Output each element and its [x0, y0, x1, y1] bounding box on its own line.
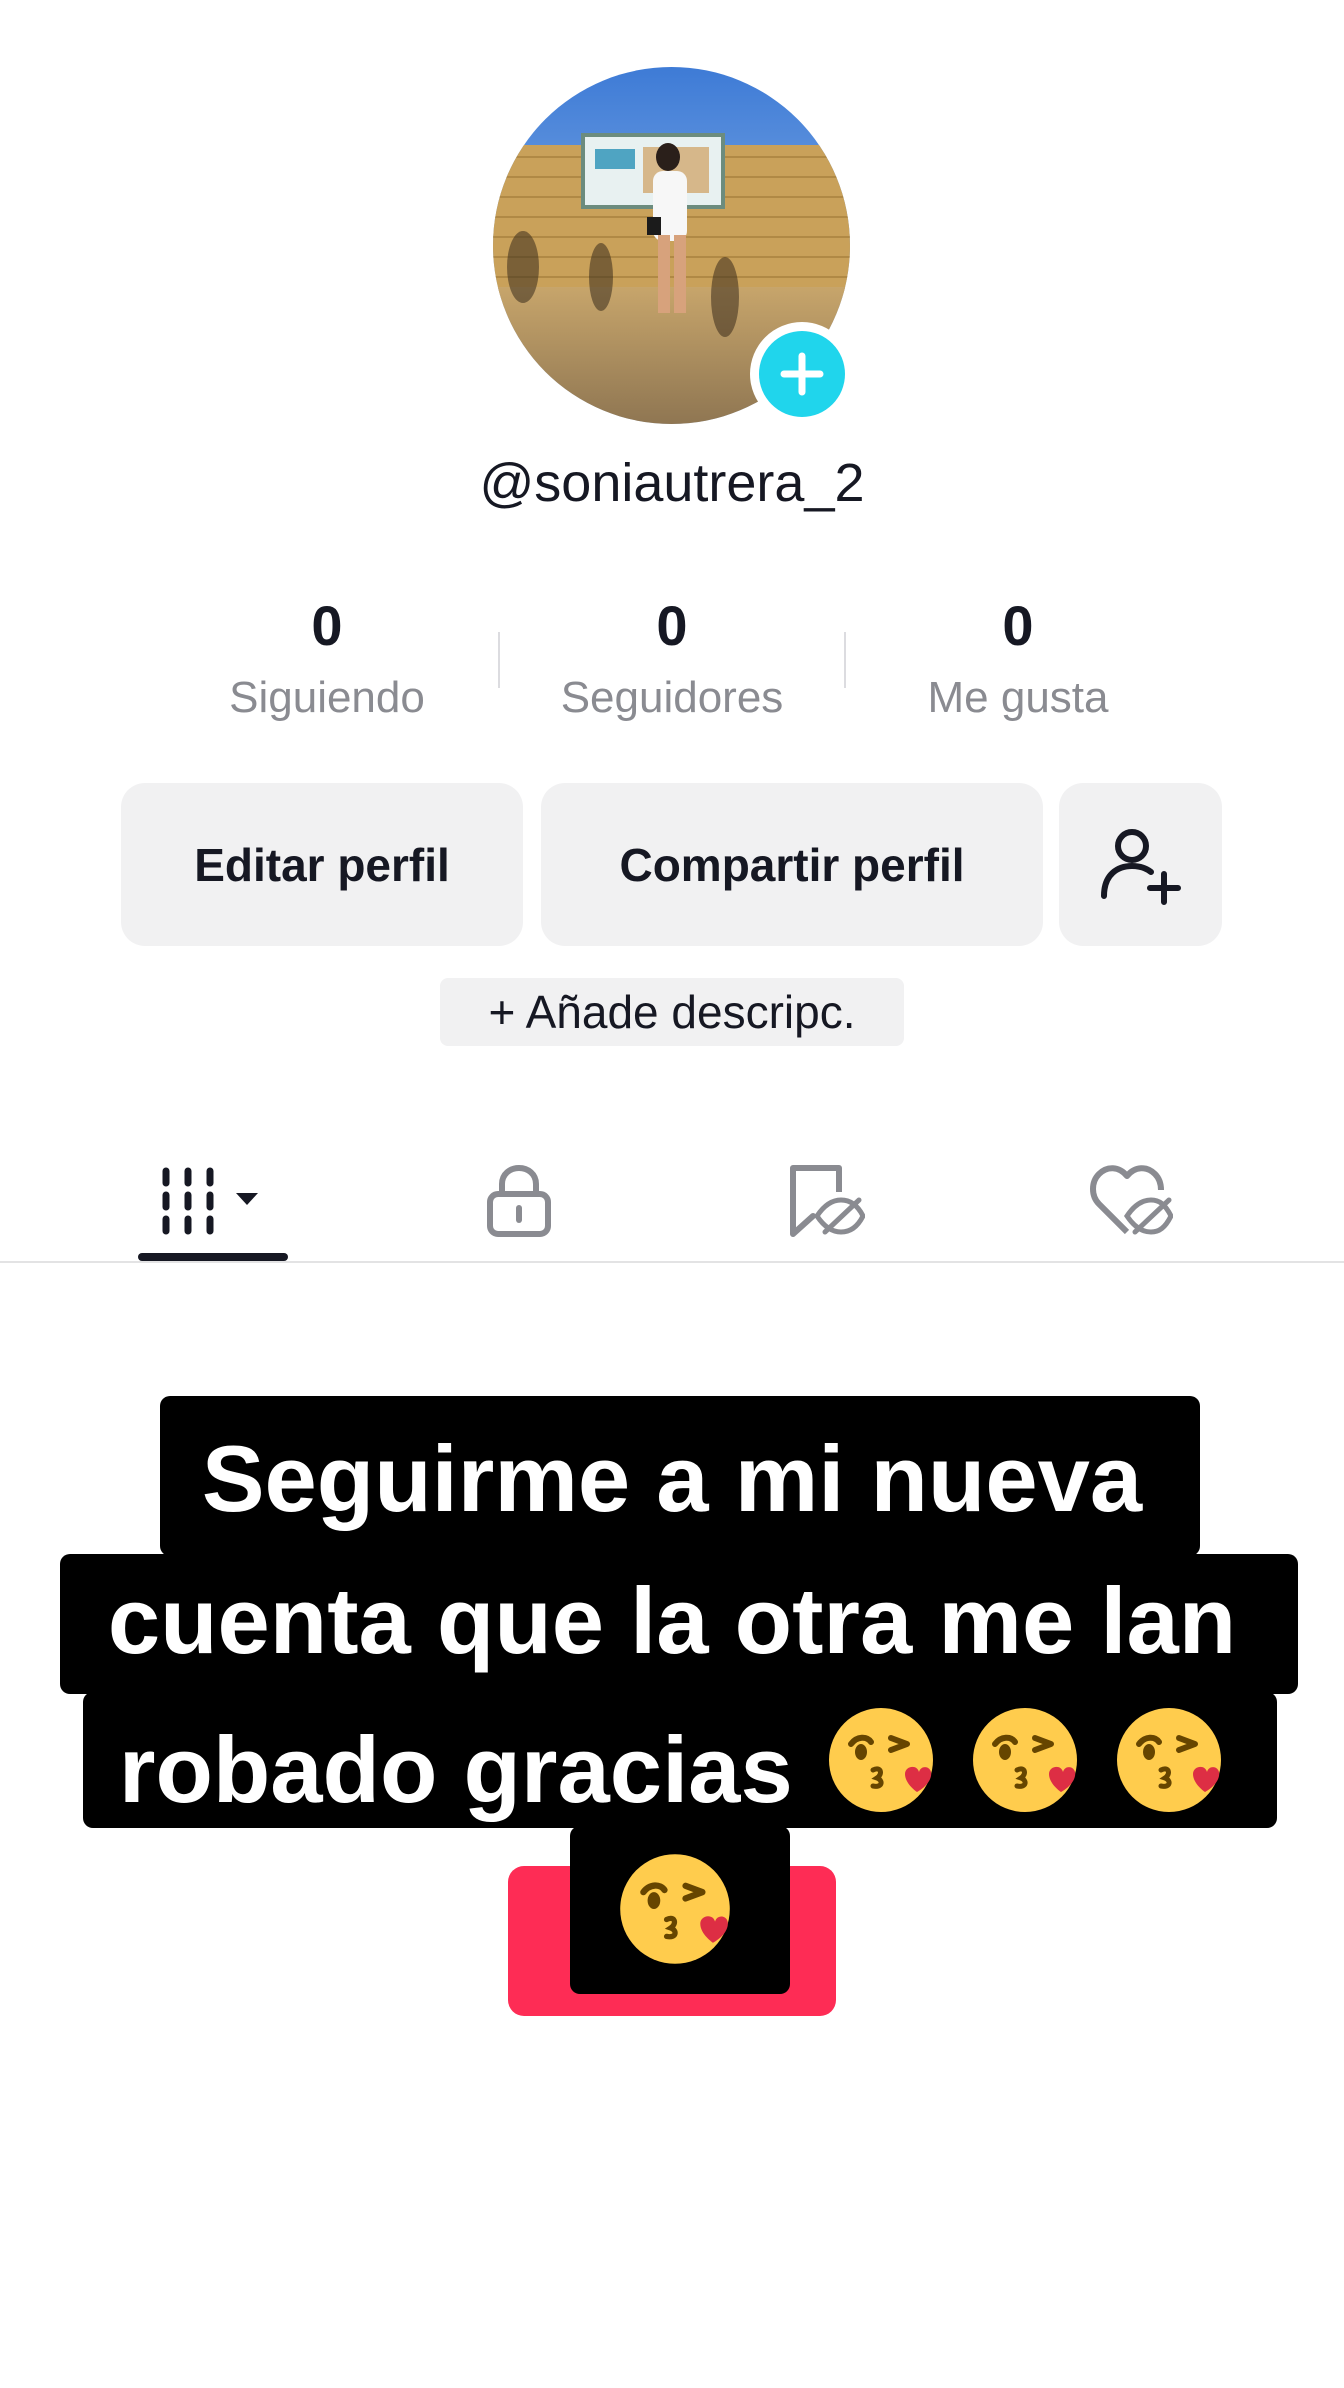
caption-text: robado gracias	[118, 1717, 793, 1822]
stat-value: 0	[1002, 594, 1034, 657]
add-bio-button[interactable]: + Añade descripc.	[440, 978, 904, 1046]
lock-icon	[487, 1164, 551, 1237]
divider	[498, 632, 500, 688]
stat-following[interactable]: 0 Siguiendo	[177, 590, 477, 726]
stat-likes[interactable]: 0 Me gusta	[868, 590, 1168, 726]
active-tab-indicator	[138, 1253, 288, 1261]
grid-icon	[162, 1167, 258, 1235]
caption-line	[0, 1850, 1344, 1991]
add-friend-icon	[1100, 828, 1181, 905]
add-follow-button[interactable]	[750, 322, 854, 426]
face-blowing-kiss-icon	[1113, 1704, 1225, 1839]
heart-hidden-icon	[1090, 1165, 1173, 1235]
edit-profile-button[interactable]: Editar perfil	[121, 783, 523, 946]
stat-value: 0	[311, 594, 343, 657]
tab-private[interactable]	[351, 1140, 687, 1260]
add-friend-button[interactable]	[1059, 783, 1222, 946]
stat-label: Siguiendo	[229, 673, 425, 722]
divider	[844, 632, 846, 688]
bookmark-hidden-icon	[790, 1165, 865, 1237]
face-blowing-kiss-icon	[825, 1704, 937, 1839]
tab-saved[interactable]	[657, 1140, 993, 1260]
plus-icon	[759, 331, 845, 417]
face-blowing-kiss-icon	[969, 1704, 1081, 1839]
face-blowing-kiss-icon	[616, 1850, 734, 1991]
stat-value: 0	[656, 594, 688, 657]
stat-label: Seguidores	[560, 673, 784, 722]
tab-videos[interactable]	[45, 1140, 381, 1260]
tabs-divider	[0, 1261, 1344, 1263]
stat-label: Me gusta	[927, 673, 1109, 722]
stat-followers[interactable]: 0 Seguidores	[522, 590, 822, 726]
share-profile-button[interactable]: Compartir perfil	[541, 783, 1043, 946]
caption-line: cuenta que la otra me lan	[107, 1568, 1237, 1673]
caption-line: robado gracias	[0, 1704, 1344, 1839]
caption-line: Seguirme a mi nueva	[201, 1426, 1143, 1531]
username: @soniautrera_2	[479, 453, 865, 513]
tab-liked[interactable]	[963, 1140, 1299, 1260]
